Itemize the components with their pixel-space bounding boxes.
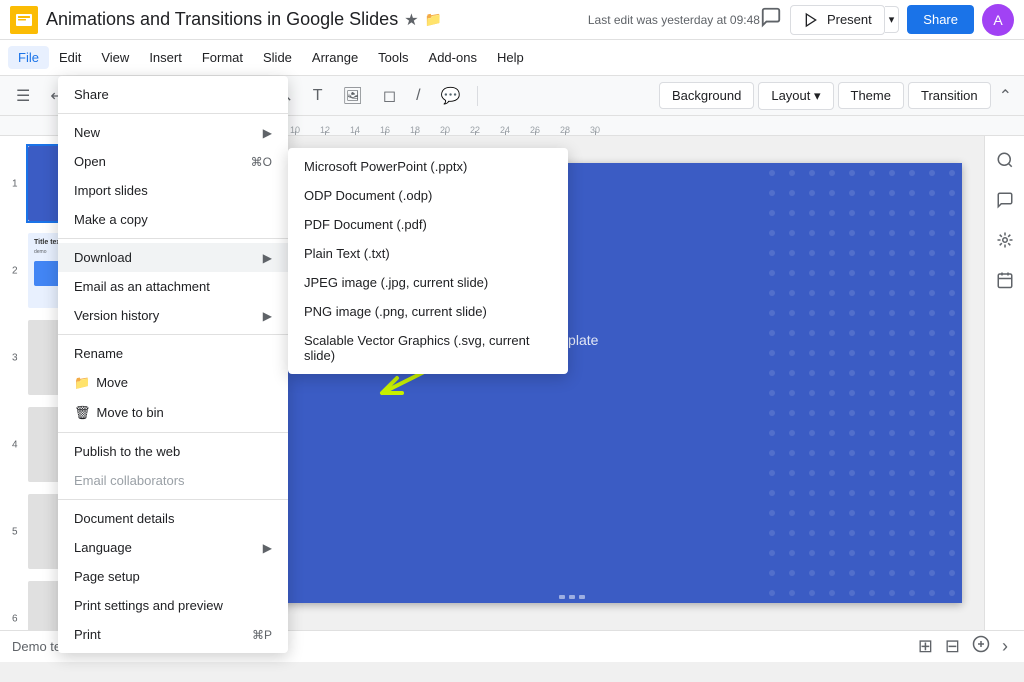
menu-item-addons[interactable]: Add-ons [419, 46, 487, 69]
menu-item-format[interactable]: Format [192, 46, 253, 69]
fmenu-publish-web[interactable]: Publish to the web [58, 437, 288, 466]
doc-title-area: Animations and Transitions in Google Sli… [46, 9, 568, 30]
download-txt[interactable]: Plain Text (.txt) [288, 239, 568, 268]
right-sidebar [984, 136, 1024, 630]
view-btn-grid[interactable]: ⊞ [914, 633, 937, 660]
collapse-button[interactable]: ⌃ [995, 82, 1016, 110]
toolbar-right: Background Layout ▾ Theme Transition ⌃ [659, 82, 1016, 110]
layout-button[interactable]: Layout ▾ [758, 82, 833, 110]
fmenu-move[interactable]: 📁Move [58, 368, 288, 398]
background-button[interactable]: Background [659, 82, 754, 109]
sidebar-calendar-btn[interactable] [989, 264, 1021, 296]
last-edit-info: Last edit was yesterday at 09:48 [588, 13, 760, 27]
fmenu-share[interactable]: Share [58, 80, 288, 109]
menu-item-slide[interactable]: Slide [253, 46, 302, 69]
fmenu-sep-5 [58, 499, 288, 500]
view-btn-list[interactable]: ⊟ [941, 633, 964, 660]
title-bar: Animations and Transitions in Google Sli… [0, 0, 1024, 40]
fmenu-download[interactable]: Download ▶ [58, 243, 288, 272]
fmenu-print[interactable]: Print ⌘P [58, 620, 288, 649]
sidebar-comments-btn[interactable] [989, 184, 1021, 216]
view-buttons: ⊞ ⊟ › [914, 633, 1012, 660]
toolbar-textbox-btn[interactable]: T [305, 83, 331, 109]
menu-item-edit[interactable]: Edit [49, 46, 91, 69]
add-slide-btn[interactable] [968, 633, 994, 660]
toolbar-sep-2 [477, 86, 478, 106]
folder-icon[interactable]: 📁 [425, 11, 442, 28]
toolbar-shapes-btn[interactable]: ◻ [375, 82, 404, 110]
fmenu-sep-2 [58, 238, 288, 239]
fmenu-language[interactable]: Language ▶ [58, 533, 288, 562]
fmenu-sep-1 [58, 113, 288, 114]
download-svg[interactable]: Scalable Vector Graphics (.svg, current … [288, 326, 568, 370]
toolbar-comment-btn[interactable]: 💬 [433, 82, 469, 110]
star-icon[interactable]: ★ [404, 10, 418, 30]
toolbar-menu-btn[interactable]: ☰ [8, 82, 38, 110]
app-logo [10, 6, 38, 34]
avatar[interactable]: A [982, 4, 1014, 36]
present-dropdown-button[interactable]: ▾ [885, 6, 900, 33]
transition-button[interactable]: Transition [908, 82, 991, 109]
toolbar-image-btn[interactable]: 🖼 [335, 82, 371, 110]
fmenu-sep-4 [58, 432, 288, 433]
file-menu-dropdown: Share New ▶ Open ⌘O Import slides Make a… [58, 76, 288, 653]
fmenu-rename[interactable]: Rename [58, 339, 288, 368]
share-button[interactable]: Share [907, 5, 974, 34]
fmenu-copy[interactable]: Make a copy [58, 205, 288, 234]
fmenu-email-attachment[interactable]: Email as an attachment [58, 272, 288, 301]
download-pdf[interactable]: PDF Document (.pdf) [288, 210, 568, 239]
doc-title[interactable]: Animations and Transitions in Google Sli… [46, 9, 398, 30]
sidebar-settings-btn[interactable] [989, 224, 1021, 256]
menu-item-arrange[interactable]: Arrange [302, 46, 368, 69]
slide-pattern [762, 163, 962, 603]
toolbar-line-btn[interactable]: / [408, 83, 428, 109]
download-submenu: Microsoft PowerPoint (.pptx) ODP Documen… [288, 148, 568, 374]
fmenu-doc-details[interactable]: Document details [58, 504, 288, 533]
fmenu-new[interactable]: New ▶ [58, 118, 288, 147]
view-btn-next[interactable]: › [998, 633, 1012, 660]
menu-item-view[interactable]: View [91, 46, 139, 69]
download-pptx[interactable]: Microsoft PowerPoint (.pptx) [288, 152, 568, 181]
download-odp[interactable]: ODP Document (.odp) [288, 181, 568, 210]
fmenu-email-collaborators: Email collaborators [58, 466, 288, 495]
fmenu-open[interactable]: Open ⌘O [58, 147, 288, 176]
fmenu-page-setup[interactable]: Page setup [58, 562, 288, 591]
download-png[interactable]: PNG image (.png, current slide) [288, 297, 568, 326]
theme-button[interactable]: Theme [838, 82, 904, 109]
menu-item-insert[interactable]: Insert [139, 46, 192, 69]
fmenu-move-to-bin[interactable]: 🗑Move to bin [58, 398, 288, 428]
menu-item-tools[interactable]: Tools [368, 46, 418, 69]
fmenu-version-history[interactable]: Version history ▶ [58, 301, 288, 330]
slide-expand-indicator [559, 595, 585, 599]
sidebar-explore-btn[interactable] [989, 144, 1021, 176]
fmenu-import[interactable]: Import slides [58, 176, 288, 205]
comment-button[interactable] [760, 6, 782, 34]
menu-item-file[interactable]: File [8, 46, 49, 69]
menu-item-help[interactable]: Help [487, 46, 534, 69]
fmenu-sep-3 [58, 334, 288, 335]
title-right: Present ▾ Share A [760, 4, 1014, 36]
present-button[interactable]: Present [790, 5, 885, 35]
menu-bar: File Edit View Insert Format Slide Arran… [0, 40, 1024, 76]
fmenu-print-settings[interactable]: Print settings and preview [58, 591, 288, 620]
download-jpg[interactable]: JPEG image (.jpg, current slide) [288, 268, 568, 297]
